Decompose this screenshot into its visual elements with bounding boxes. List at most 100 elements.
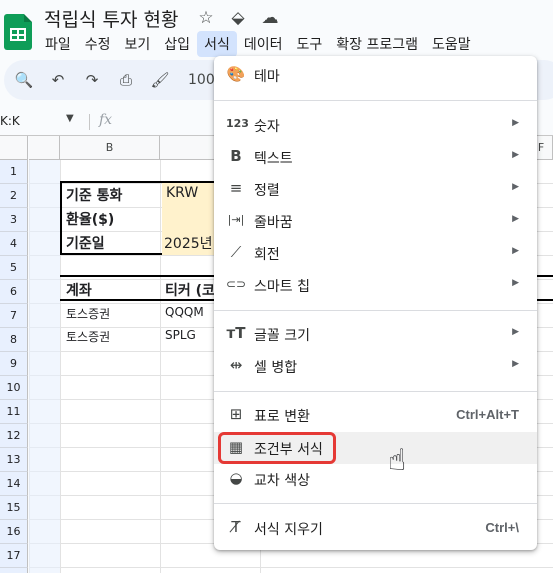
menu-item-label: 표로 변환 bbox=[254, 409, 310, 425]
menu-separator bbox=[214, 310, 537, 311]
menu-item-text[interactable]: B 텍스트 ▶ bbox=[214, 141, 537, 173]
menu-data[interactable]: 데이터 bbox=[237, 31, 290, 57]
row-header[interactable]: 7 bbox=[0, 304, 28, 328]
table-icon: ⊞ bbox=[229, 405, 243, 423]
align-icon: ≡ bbox=[229, 179, 243, 197]
clear-format-icon: T̸ bbox=[231, 518, 241, 536]
color-fill-icon: ◒ bbox=[229, 469, 243, 487]
submenu-arrow-icon: ▶ bbox=[512, 359, 519, 369]
merge-icon: ⇹ bbox=[229, 356, 243, 374]
row-header[interactable]: 2 bbox=[0, 184, 28, 208]
menu-help[interactable]: 도움말 bbox=[425, 31, 478, 57]
table-cell-account[interactable]: 토스증권 bbox=[66, 328, 110, 345]
menu-tools[interactable]: 도구 bbox=[289, 31, 329, 57]
select-all-corner[interactable] bbox=[0, 136, 28, 160]
chevron-down-icon[interactable]: ▼ bbox=[66, 113, 74, 124]
base-date-value[interactable]: 2025년 bbox=[164, 233, 213, 253]
formula-divider bbox=[89, 114, 90, 130]
row-header[interactable]: 11 bbox=[0, 400, 28, 424]
submenu-arrow-icon: ▶ bbox=[512, 246, 519, 256]
menu-item-label: 셀 병합 bbox=[254, 360, 298, 376]
cloud-status-icon[interactable]: ☁ bbox=[260, 8, 280, 28]
menu-file[interactable]: 파일 bbox=[38, 31, 78, 57]
menu-item-label: 교차 색상 bbox=[254, 473, 310, 489]
submenu-arrow-icon: ▶ bbox=[512, 214, 519, 224]
name-box[interactable]: K:K ▼ bbox=[0, 110, 88, 134]
ticker-header[interactable]: 티커 (코 bbox=[165, 280, 215, 300]
rotate-icon: ⟋ bbox=[230, 243, 242, 261]
exchange-rate-label[interactable]: 환율($) bbox=[66, 209, 114, 229]
table-cell-account[interactable]: 토스증권 bbox=[66, 305, 110, 322]
menu-item-number[interactable]: 123 숫자 ▶ bbox=[214, 109, 537, 141]
highlight-box bbox=[218, 432, 336, 464]
row-header[interactable]: 16 bbox=[0, 520, 28, 544]
menu-item-label: 테마 bbox=[254, 69, 280, 85]
menu-insert[interactable]: 삽입 bbox=[157, 31, 197, 57]
menu-edit[interactable]: 수정 bbox=[78, 31, 118, 57]
submenu-arrow-icon: ▶ bbox=[512, 150, 519, 160]
search-icon[interactable]: 🔍 bbox=[14, 71, 34, 89]
sheets-logo-icon[interactable] bbox=[4, 14, 32, 50]
menu-item-alternating-colors[interactable]: ◒ 교차 색상 bbox=[214, 463, 537, 495]
menu-extensions[interactable]: 확장 프로그램 bbox=[329, 31, 425, 57]
menu-item-merge-cells[interactable]: ⇹ 셀 병합 ▶ bbox=[214, 350, 537, 382]
menu-item-wrapping[interactable]: |⇥| 줄바꿈 ▶ bbox=[214, 205, 537, 237]
redo-icon[interactable]: ↷ bbox=[82, 71, 102, 89]
row-header[interactable]: 18 bbox=[0, 568, 28, 573]
row-header[interactable]: 15 bbox=[0, 496, 28, 520]
star-icon[interactable]: ☆ bbox=[196, 8, 216, 28]
row-header[interactable]: 6 bbox=[0, 280, 28, 304]
menu-format[interactable]: 서식 bbox=[197, 31, 237, 57]
menu-item-font-size[interactable]: тT 글꼴 크기 ▶ bbox=[214, 318, 537, 350]
row-header[interactable]: 8 bbox=[0, 328, 28, 352]
number-format-icon: 123 bbox=[226, 117, 249, 130]
undo-icon[interactable]: ↶ bbox=[48, 71, 68, 89]
menu-separator bbox=[214, 391, 537, 392]
menu-item-smart-chips[interactable]: ⊂⊃ 스마트 칩 ▶ bbox=[214, 269, 537, 301]
chip-icon: ⊂⊃ bbox=[226, 277, 247, 291]
menu-item-rotation[interactable]: ⟋ 회전 ▶ bbox=[214, 237, 537, 269]
menu-item-label: 정렬 bbox=[254, 183, 280, 199]
menu-item-label: 텍스트 bbox=[254, 151, 293, 167]
font-size-icon: тT bbox=[226, 324, 246, 342]
menu-item-label: 숫자 bbox=[254, 119, 280, 135]
row-header[interactable]: 12 bbox=[0, 424, 28, 448]
row-header[interactable]: 10 bbox=[0, 376, 28, 400]
menu-item-alignment[interactable]: ≡ 정렬 ▶ bbox=[214, 173, 537, 205]
menu-item-clear-formatting[interactable]: T̸ 서식 지우기 Ctrl+\ bbox=[214, 512, 537, 544]
menu-item-label: 회전 bbox=[254, 247, 280, 263]
menu-separator bbox=[214, 503, 537, 504]
row-header[interactable]: 14 bbox=[0, 472, 28, 496]
palette-icon: 🎨 bbox=[226, 65, 246, 83]
bold-icon: B bbox=[230, 147, 242, 165]
row-header[interactable]: 3 bbox=[0, 208, 28, 232]
row-header[interactable]: 5 bbox=[0, 256, 28, 280]
document-title[interactable]: 적립식 투자 현황 bbox=[44, 5, 178, 32]
table-cell-ticker[interactable]: QQQM bbox=[165, 305, 204, 319]
format-menu: 🎨 테마 123 숫자 ▶ B 텍스트 ▶ ≡ 정렬 ▶ |⇥| 줄바꿈 ▶ ⟋… bbox=[214, 56, 537, 550]
paint-format-icon[interactable]: 🖌 bbox=[150, 71, 170, 89]
menu-item-label: 글꼴 크기 bbox=[254, 328, 310, 344]
move-folder-icon[interactable]: ⬙ bbox=[228, 8, 248, 28]
menu-separator bbox=[214, 100, 537, 101]
row-header[interactable]: 1 bbox=[0, 160, 28, 184]
menu-item-label: 스마트 칩 bbox=[254, 279, 310, 295]
submenu-arrow-icon: ▶ bbox=[512, 182, 519, 192]
menu-item-shortcut: Ctrl+Alt+T bbox=[456, 407, 519, 422]
row-header[interactable]: 4 bbox=[0, 232, 28, 256]
menu-item-convert-table[interactable]: ⊞ 표로 변환 Ctrl+Alt+T bbox=[214, 399, 537, 431]
base-currency-label[interactable]: 기준 통화 bbox=[66, 185, 122, 205]
row-header[interactable]: 17 bbox=[0, 544, 28, 568]
account-header[interactable]: 계좌 bbox=[66, 280, 92, 300]
row-header[interactable]: 13 bbox=[0, 448, 28, 472]
print-icon[interactable]: ⎙ bbox=[116, 71, 136, 89]
menu-view[interactable]: 보기 bbox=[118, 31, 158, 57]
base-date-label[interactable]: 기준일 bbox=[66, 233, 105, 253]
base-currency-value[interactable]: KRW bbox=[166, 185, 198, 201]
column-header-b[interactable]: B bbox=[60, 136, 160, 160]
menu-bar: 파일 수정 보기 삽입 서식 데이터 도구 확장 프로그램 도움말 bbox=[38, 31, 478, 57]
row-header[interactable]: 9 bbox=[0, 352, 28, 376]
menu-item-theme[interactable]: 🎨 테마 bbox=[214, 59, 537, 91]
column-header-a[interactable] bbox=[29, 136, 60, 160]
table-cell-ticker[interactable]: SPLG bbox=[165, 328, 196, 342]
